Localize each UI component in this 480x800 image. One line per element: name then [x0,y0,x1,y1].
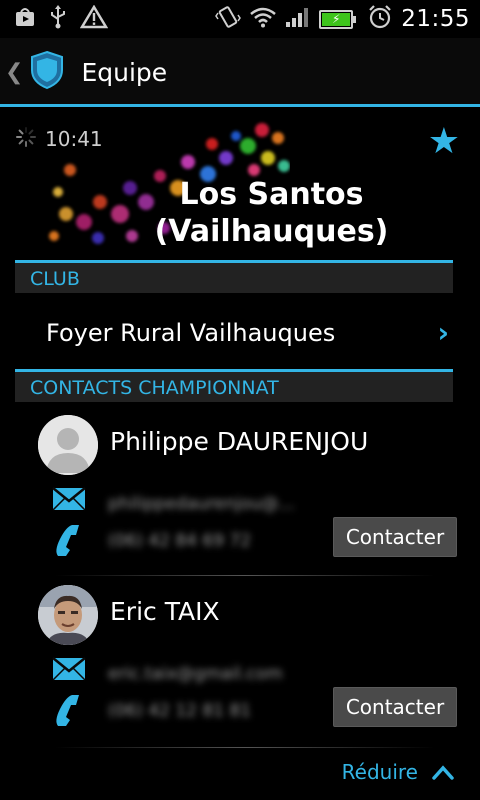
reduce-button[interactable]: Réduire [342,760,454,784]
back-chevron-icon[interactable]: ❮ [5,60,23,85]
club-name: Foyer Rural Vailhauques [46,318,336,347]
alarm-icon [367,4,393,35]
club-row[interactable]: Foyer Rural Vailhauques › [15,300,455,365]
divider [55,747,435,748]
action-bar-divider [0,104,480,107]
default-avatar-icon [38,415,98,475]
action-bar: ❮ Equipe [0,38,480,106]
phone-icon[interactable] [52,523,86,557]
mail-icon[interactable] [52,487,86,511]
battery-icon: ⚡ [319,9,357,29]
action-bar-title: Equipe [81,57,168,87]
play-store-icon [14,6,36,33]
contact-phone: (06) 42 84 69 72 [108,531,252,551]
contact-card: Philippe DAURENJOU philippedaurenjou@...… [15,415,457,585]
team-name-line2: (Vailhauques) [154,214,389,249]
match-time: 10:41 [45,127,103,151]
status-bar: ⚡ 21:55 [0,0,480,38]
mail-icon[interactable] [52,657,86,681]
contact-name: Eric TAIX [110,597,220,626]
photo-avatar-icon [38,585,98,645]
club-section-header: CLUB [15,260,453,293]
clock-time: 21:55 [401,6,470,32]
chevron-right-icon: › [437,316,449,349]
contacts-section-header: CONTACTS CHAMPIONNAT [15,369,453,402]
wifi-icon [249,6,277,33]
reduce-label: Réduire [341,760,418,784]
contact-phone: (06) 42 12 81 81 [108,701,252,721]
favorite-star-icon[interactable]: ★ [428,124,460,160]
team-name-line1: Los Santos [179,177,364,212]
team-name: Los Santos (Vailhauques) [115,176,428,250]
phone-icon[interactable] [52,693,86,727]
app-shield-icon[interactable] [23,50,67,94]
loading-spinner-icon [16,127,36,147]
contact-button[interactable]: Contacter [333,687,457,727]
contact-email: philippedaurenjou@... [108,494,295,514]
signal-icon [285,6,311,33]
contact-button[interactable]: Contacter [333,517,457,557]
team-header: 10:41 ★ Los Santos (Vailhauques) [15,118,468,260]
warning-icon [79,4,109,34]
vibrate-icon [215,4,242,35]
contact-card: Eric TAIX eric.taix@gmail.com (06) 42 12… [15,585,457,755]
divider [55,575,435,576]
contact-name: Philippe DAURENJOU [110,427,369,456]
contact-email: eric.taix@gmail.com [108,664,283,684]
chevron-up-icon [432,765,454,780]
usb-icon [48,4,68,34]
